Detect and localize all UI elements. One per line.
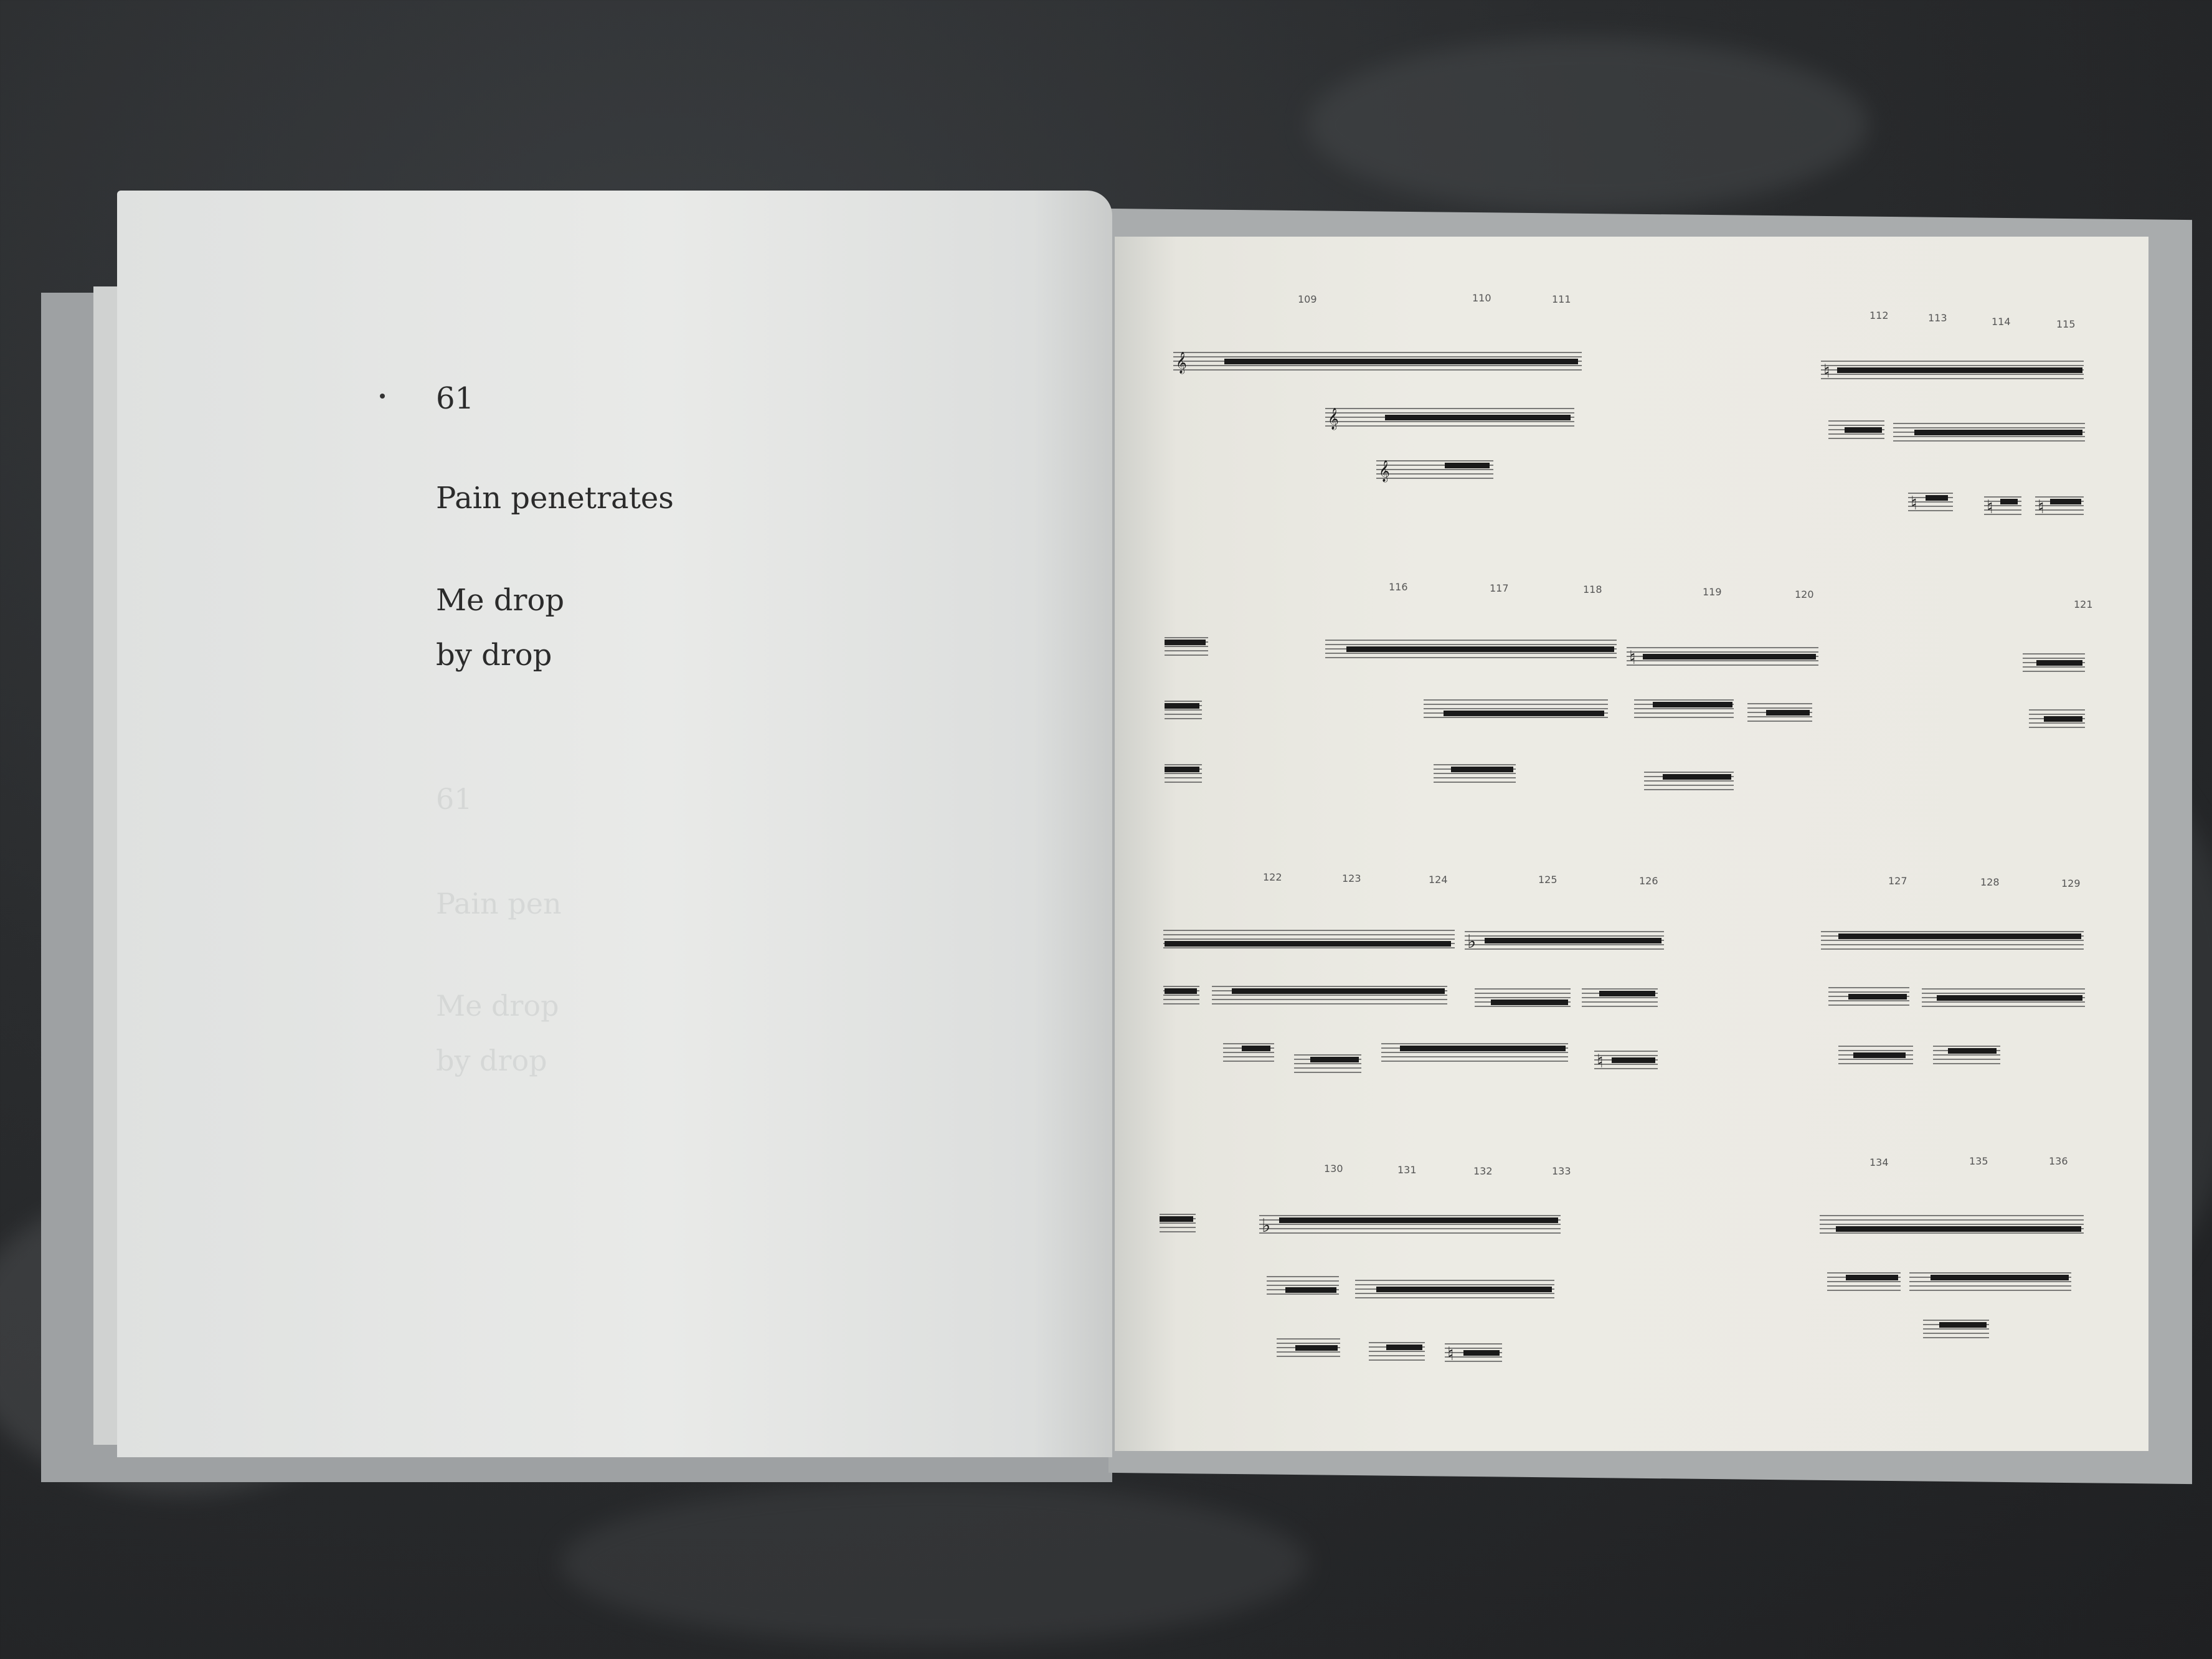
sustained-note-bar bbox=[1285, 1287, 1336, 1293]
measure-number: 133 bbox=[1552, 1165, 1571, 1177]
sustained-note-bar bbox=[1663, 774, 1731, 780]
sustained-note-bar bbox=[1848, 994, 1907, 1000]
measure-number: 114 bbox=[1992, 316, 2011, 328]
sustained-note-bar bbox=[1939, 1322, 1987, 1328]
measure-number: 116 bbox=[1389, 581, 1408, 593]
measure-number: 135 bbox=[1969, 1155, 1988, 1167]
measure-number: 120 bbox=[1795, 588, 1814, 600]
sustained-note-bar bbox=[1838, 933, 2081, 939]
measure-number: 117 bbox=[1490, 582, 1509, 594]
measure-number: 121 bbox=[2074, 598, 2093, 610]
sustained-note-bar bbox=[1837, 367, 2082, 373]
sustained-note-bar bbox=[1485, 938, 1661, 943]
sustained-note-bar bbox=[1846, 1275, 1898, 1280]
sustained-note-bar bbox=[2036, 660, 2082, 666]
sustained-note-bar bbox=[1599, 991, 1655, 996]
accidental-sign: ♮ bbox=[1597, 1051, 1604, 1072]
sustained-note-bar bbox=[1165, 767, 1199, 772]
sustained-note-bar bbox=[1451, 767, 1513, 772]
accidental-sign: ♮ bbox=[1823, 361, 1830, 382]
measure-number: 130 bbox=[1324, 1163, 1343, 1175]
sustained-note-bar bbox=[1346, 646, 1614, 652]
sustained-note-bar bbox=[1612, 1057, 1655, 1063]
sustained-note-bar bbox=[1643, 654, 1816, 659]
sustained-note-bar bbox=[1931, 1275, 2069, 1280]
measure-number: 132 bbox=[1473, 1165, 1493, 1177]
sustained-note-bar bbox=[1376, 1287, 1552, 1292]
sustained-note-bar bbox=[1165, 988, 1197, 994]
accidental-sign: ♮ bbox=[1911, 493, 1917, 514]
measure-number: 112 bbox=[1869, 310, 1889, 321]
accidental-sign: ♭ bbox=[1262, 1215, 1270, 1237]
sustained-note-bar bbox=[1445, 463, 1490, 468]
sustained-note-bar bbox=[1836, 1226, 2081, 1232]
measure-number: 123 bbox=[1342, 872, 1361, 884]
measure-number: 136 bbox=[2049, 1155, 2068, 1167]
sustained-note-bar bbox=[1165, 640, 1206, 645]
sustained-note-bar bbox=[1385, 415, 1571, 420]
sustained-note-bar bbox=[1165, 941, 1451, 947]
sustained-note-bar bbox=[2050, 499, 2081, 504]
sustained-note-bar bbox=[2000, 499, 2018, 504]
sustained-note-bar bbox=[1463, 1350, 1500, 1356]
sustained-note-bar bbox=[1386, 1345, 1422, 1350]
sustained-note-bar bbox=[1926, 495, 1948, 501]
sustained-note-bar bbox=[1937, 995, 2082, 1001]
measure-number: 122 bbox=[1263, 871, 1282, 883]
sustained-note-bar bbox=[1845, 427, 1882, 433]
measure-number: 126 bbox=[1639, 875, 1658, 887]
accidental-sign: ♮ bbox=[1629, 647, 1636, 669]
accidental-sign: ♮ bbox=[1447, 1343, 1454, 1365]
sustained-note-bar bbox=[1948, 1048, 1997, 1054]
sustained-note-bar bbox=[1295, 1345, 1338, 1351]
measure-number: 115 bbox=[2056, 318, 2076, 330]
measure-number: 127 bbox=[1888, 875, 1907, 887]
accidental-sign: ♮ bbox=[1987, 496, 1993, 518]
sustained-note-bar bbox=[1242, 1046, 1270, 1051]
accidental-sign: ♭ bbox=[1467, 931, 1476, 953]
sustained-note-bar bbox=[1279, 1217, 1558, 1223]
measure-number: 128 bbox=[1980, 876, 2000, 888]
measure-number: 124 bbox=[1429, 874, 1448, 886]
sustained-note-bar bbox=[1224, 359, 1578, 364]
accidental-sign: 𝄞 bbox=[1379, 460, 1390, 483]
sustained-note-bar bbox=[1444, 711, 1604, 716]
measure-number: 131 bbox=[1397, 1164, 1417, 1176]
measure-number: 125 bbox=[1538, 874, 1557, 886]
measure-number: 129 bbox=[2061, 877, 2081, 889]
sustained-note-bar bbox=[1853, 1052, 1906, 1058]
accidental-sign: ♮ bbox=[2038, 496, 2044, 518]
sustained-note-bar bbox=[1653, 702, 1732, 707]
sustained-note-bar bbox=[1766, 710, 1810, 716]
measure-number: 113 bbox=[1928, 312, 1947, 324]
music-score: 109 110 111 112 113 114 115 116 117 118 119 120 121 1… bbox=[1160, 292, 2093, 1365]
accidental-sign: 𝄞 bbox=[1328, 408, 1339, 430]
measure-number: 110 bbox=[1472, 292, 1491, 304]
measure-number: 109 bbox=[1298, 293, 1317, 305]
sustained-note-bar bbox=[1310, 1057, 1359, 1062]
measure-number: 134 bbox=[1869, 1156, 1889, 1168]
sustained-note-bar bbox=[1400, 1046, 1566, 1051]
sustained-note-bar bbox=[2044, 716, 2082, 722]
sustained-note-bar bbox=[1491, 1000, 1568, 1005]
accidental-sign: 𝄞 bbox=[1176, 352, 1187, 374]
sustained-note-bar bbox=[1232, 988, 1445, 994]
measure-number: 118 bbox=[1583, 584, 1602, 595]
measure-number: 111 bbox=[1552, 293, 1571, 305]
sustained-note-bar bbox=[1165, 703, 1199, 709]
sustained-note-bar bbox=[1160, 1216, 1193, 1222]
sustained-note-bar bbox=[1914, 430, 2082, 435]
measure-number: 119 bbox=[1703, 586, 1722, 598]
photo-scene: 61 Pain penetrates Me drop by drop 61 Pa… bbox=[0, 0, 2212, 1659]
